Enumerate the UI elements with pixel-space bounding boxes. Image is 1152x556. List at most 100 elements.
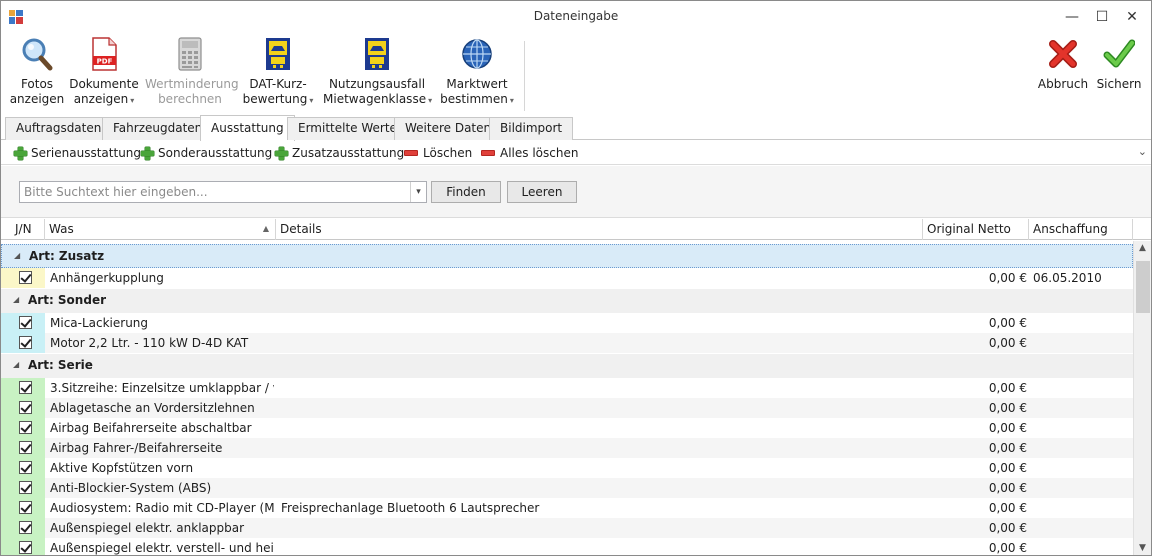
- dat-car-icon: [365, 38, 389, 70]
- cell-anschaffung: [1033, 313, 1133, 333]
- table-row[interactable]: Anti-Blockier-System (ABS) 0,00 €: [1, 478, 1133, 498]
- vertical-scrollbar[interactable]: ▲ ▼: [1133, 241, 1151, 555]
- cell-netto: 0,00 €: [988, 501, 1027, 515]
- serienausstattung-button[interactable]: Serienausstattung: [13, 144, 141, 162]
- cell-details: [281, 313, 921, 333]
- row-checkbox[interactable]: [19, 336, 32, 349]
- row-checkbox[interactable]: [19, 541, 32, 554]
- collapse-triangle-icon[interactable]: ◢: [13, 289, 19, 311]
- cell-details: [281, 518, 921, 538]
- column-header-netto[interactable]: Original Netto: [923, 219, 1029, 240]
- cell-anschaffung: 06.05.2010: [1033, 271, 1102, 285]
- row-checkbox[interactable]: [19, 461, 32, 474]
- table-row[interactable]: Motor 2,2 Ltr. - 110 kW D-4D KAT 0,00 €: [1, 333, 1133, 353]
- sichern-button[interactable]: Sichern: [1095, 37, 1143, 111]
- minus-icon: [404, 150, 418, 156]
- cell-anschaffung: [1033, 333, 1133, 353]
- tab-ermittelte-werte[interactable]: Ermittelte Werte: [287, 117, 408, 140]
- search-dropdown-button[interactable]: ▾: [410, 182, 426, 202]
- row-checkbox[interactable]: [19, 401, 32, 414]
- sonderausstattung-button[interactable]: Sonderausstattung: [140, 144, 272, 162]
- cell-netto: 0,00 €: [988, 336, 1027, 350]
- wertminderung-berechnen-button[interactable]: Wertminderung berechnen: [145, 37, 239, 111]
- finden-button[interactable]: Finden: [431, 181, 501, 203]
- dat-car-icon: [266, 38, 290, 70]
- group-row[interactable]: ◢ Art: Serie: [1, 354, 1133, 378]
- cell-was: Mica-Lackierung: [50, 316, 149, 330]
- abbruch-button[interactable]: Abbruch: [1037, 37, 1089, 111]
- leeren-button[interactable]: Leeren: [507, 181, 577, 203]
- table-row[interactable]: Aktive Kopfstützen vorn 0,00 €: [1, 458, 1133, 478]
- table-row[interactable]: Außenspiegel elektr. verstell- und heizb…: [1, 538, 1133, 555]
- minimize-button[interactable]: —: [1055, 1, 1089, 33]
- svg-text:PDF: PDF: [97, 58, 113, 66]
- cell-was: Aktive Kopfstützen vorn: [50, 461, 194, 475]
- row-checkbox[interactable]: [19, 271, 32, 284]
- cell-was: Airbag Beifahrerseite abschaltbar: [50, 421, 252, 435]
- title-bar: Dateneingabe — ☐ ✕: [1, 1, 1151, 33]
- row-checkbox[interactable]: [19, 521, 32, 534]
- row-checkbox[interactable]: [19, 501, 32, 514]
- chevron-down-icon[interactable]: ⌄: [1138, 145, 1147, 158]
- row-checkbox[interactable]: [19, 441, 32, 454]
- column-header-jn[interactable]: J/N: [1, 219, 45, 240]
- table-row[interactable]: Airbag Fahrer-/Beifahrerseite 0,00 €: [1, 438, 1133, 458]
- maximize-button[interactable]: ☐: [1085, 1, 1119, 33]
- cell-anschaffung: [1033, 418, 1133, 438]
- cell-anschaffung: [1033, 538, 1133, 555]
- nutzungsausfall-button[interactable]: Nutzungsausfall Mietwagenklasse ▾: [323, 37, 433, 111]
- close-window-button[interactable]: ✕: [1115, 1, 1149, 33]
- cell-details: [281, 458, 921, 478]
- minus-icon: [481, 150, 495, 156]
- row-checkbox[interactable]: [19, 481, 32, 494]
- column-header-was[interactable]: Was ▲: [45, 219, 276, 240]
- tab-bildimport[interactable]: Bildimport: [489, 117, 574, 140]
- tab-fahrzeugdaten[interactable]: Fahrzeugdaten: [102, 117, 214, 140]
- table-row[interactable]: Anhängerkupplung 0,00 € 06.05.2010: [1, 268, 1133, 288]
- table-row[interactable]: 3.Sitzreihe: Einzelsitze umklappbar / ve…: [1, 378, 1133, 398]
- tab-weitere-daten[interactable]: Weitere Daten: [394, 117, 503, 140]
- equipment-toolbar: Serienausstattung Sonderausstattung Zusa…: [1, 141, 1151, 165]
- table-row[interactable]: Airbag Beifahrerseite abschaltbar 0,00 €: [1, 418, 1133, 438]
- row-checkbox[interactable]: [19, 381, 32, 394]
- cell-anschaffung: [1033, 398, 1133, 418]
- cell-was: Ablagetasche an Vordersitzlehnen: [50, 401, 255, 415]
- table-row[interactable]: Außenspiegel elektr. anklappbar 0,00 €: [1, 518, 1133, 538]
- tab-auftragsdaten[interactable]: Auftragsdaten: [5, 117, 113, 140]
- maximize-icon: ☐: [1095, 9, 1109, 25]
- loeschen-button[interactable]: Löschen: [404, 144, 472, 162]
- scroll-up-icon[interactable]: ▲: [1134, 243, 1151, 253]
- close-icon: ✕: [1126, 9, 1138, 25]
- calculator-icon: [178, 37, 202, 71]
- zusatzausstattung-button[interactable]: Zusatzausstattung: [274, 144, 404, 162]
- row-checkbox[interactable]: [19, 421, 32, 434]
- cell-netto: 0,00 €: [988, 521, 1027, 535]
- dokumente-anzeigen-button[interactable]: PDF Dokumente anzeigen ▾: [69, 37, 139, 111]
- marktwert-bestimmen-button[interactable]: Marktwert bestimmen ▾: [437, 37, 517, 111]
- cell-anschaffung: [1033, 518, 1133, 538]
- grid-header: J/N Was ▲ Details Original Netto Anschaf…: [1, 219, 1151, 240]
- cell-was: Airbag Fahrer-/Beifahrerseite: [50, 441, 223, 455]
- column-header-anschaffung[interactable]: Anschaffung: [1029, 219, 1133, 240]
- search-input[interactable]: [19, 181, 427, 203]
- collapse-triangle-icon[interactable]: ◢: [13, 354, 19, 376]
- table-row[interactable]: Mica-Lackierung 0,00 €: [1, 313, 1133, 333]
- dropdown-arrow-icon: ▾: [428, 96, 433, 105]
- table-row[interactable]: Audiosystem: Radio mit CD-Player (MP3...…: [1, 498, 1133, 518]
- scroll-down-icon[interactable]: ▼: [1134, 543, 1151, 553]
- scrollbar-thumb[interactable]: [1136, 261, 1150, 313]
- cell-details: [281, 398, 921, 418]
- fotos-anzeigen-button[interactable]: Fotos anzeigen: [7, 37, 67, 111]
- column-header-details[interactable]: Details: [276, 219, 923, 240]
- group-row[interactable]: ◢ Art: Sonder: [1, 289, 1133, 313]
- group-row[interactable]: ◢ Art: Zusatz: [1, 244, 1133, 268]
- row-checkbox[interactable]: [19, 316, 32, 329]
- alles-loeschen-button[interactable]: Alles löschen: [481, 144, 578, 162]
- tab-strip: Auftragsdaten Fahrzeugdaten Ausstattung …: [1, 115, 1151, 141]
- cell-details: Freisprechanlage Bluetooth 6 Lautspreche…: [281, 501, 540, 515]
- collapse-triangle-icon[interactable]: ◢: [14, 245, 20, 267]
- tab-ausstattung[interactable]: Ausstattung: [200, 115, 295, 141]
- dat-kurzbewertung-button[interactable]: DAT-Kurz- bewertung ▾: [241, 37, 315, 111]
- table-row[interactable]: Ablagetasche an Vordersitzlehnen 0,00 €: [1, 398, 1133, 418]
- dropdown-arrow-icon: ▾: [309, 96, 314, 105]
